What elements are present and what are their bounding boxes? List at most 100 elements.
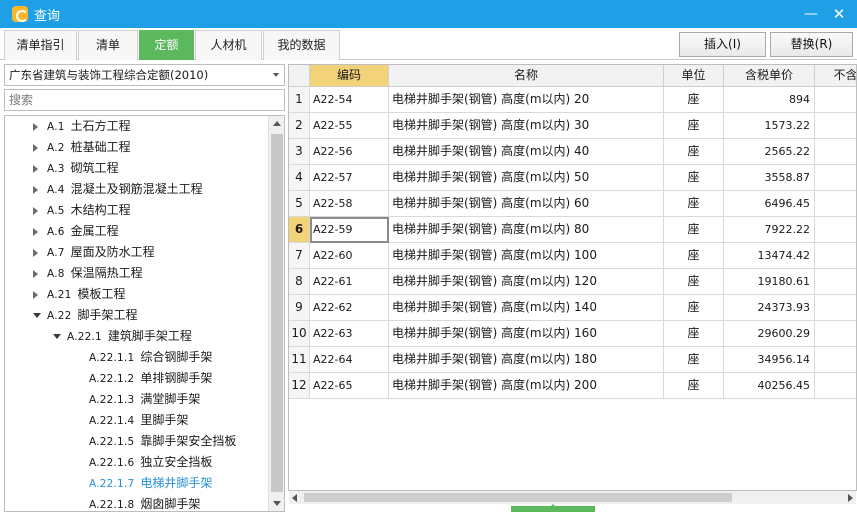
name-cell[interactable]: 电梯井脚手架(钢管) 高度(m以内) 50 — [389, 165, 664, 191]
unit-cell[interactable]: 座 — [664, 139, 724, 165]
scroll-down-icon[interactable] — [269, 495, 284, 511]
pretax-price-cell[interactable] — [815, 87, 856, 113]
tree-item[interactable]: A.22.1.4 里脚手架 — [89, 410, 188, 431]
unit-cell[interactable]: 座 — [664, 165, 724, 191]
tax-price-cell[interactable]: 3558.87 — [724, 165, 815, 191]
collapsed-triangle-icon[interactable] — [33, 228, 38, 236]
name-cell[interactable]: 电梯井脚手架(钢管) 高度(m以内) 20 — [389, 87, 664, 113]
tree-item[interactable]: A.22 脚手架工程 — [33, 305, 138, 326]
tab-bill[interactable]: 清单 — [78, 30, 138, 60]
row-number-cell[interactable]: 4 — [289, 165, 310, 191]
tax-price-cell[interactable]: 29600.29 — [724, 321, 815, 347]
pretax-price-cell[interactable] — [815, 217, 856, 243]
tab-labor-material-machine[interactable]: 人材机 — [195, 30, 262, 60]
code-cell[interactable]: A22-64 — [310, 347, 389, 373]
pretax-price-cell[interactable]: 2 — [815, 295, 856, 321]
name-cell[interactable]: 电梯井脚手架(钢管) 高度(m以内) 60 — [389, 191, 664, 217]
row-number-cell[interactable]: 5 — [289, 191, 310, 217]
tree-item[interactable]: A.22.1 建筑脚手架工程 — [53, 326, 192, 347]
tree-item[interactable]: A.22.1.7 电梯井脚手架 — [89, 473, 212, 494]
row-number-cell[interactable]: 11 — [289, 347, 310, 373]
name-cell[interactable]: 电梯井脚手架(钢管) 高度(m以内) 100 — [389, 243, 664, 269]
table-row[interactable]: 4 A22-57 电梯井脚手架(钢管) 高度(m以内) 50 座 3558.87 — [289, 165, 856, 191]
pretax-price-cell[interactable] — [815, 243, 856, 269]
header-tax-price[interactable]: 含税单价 — [724, 65, 815, 87]
collapsed-triangle-icon[interactable] — [33, 144, 38, 152]
tree-item[interactable]: A.22.1.5 靠脚手架安全挡板 — [89, 431, 236, 452]
row-number-cell[interactable]: 8 — [289, 269, 310, 295]
pretax-price-cell[interactable]: 1 — [815, 269, 856, 295]
pretax-price-cell[interactable]: 3 — [815, 373, 856, 399]
collapsed-triangle-icon[interactable] — [33, 249, 38, 257]
name-cell[interactable]: 电梯井脚手架(钢管) 高度(m以内) 80 — [389, 217, 664, 243]
unit-cell[interactable]: 座 — [664, 87, 724, 113]
unit-cell[interactable]: 座 — [664, 243, 724, 269]
tree-item[interactable]: A.2 桩基础工程 — [33, 137, 131, 158]
tab-bill-guide[interactable]: 清单指引 — [4, 30, 77, 60]
insert-button[interactable]: 插入(I) — [679, 32, 766, 57]
collapsed-triangle-icon[interactable] — [33, 291, 38, 299]
tree-item[interactable]: A.7 屋面及防水工程 — [33, 242, 155, 263]
name-cell[interactable]: 电梯井脚手架(钢管) 高度(m以内) 140 — [389, 295, 664, 321]
header-unit[interactable]: 单位 — [664, 65, 724, 87]
tree-item[interactable]: A.6 金属工程 — [33, 221, 119, 242]
tree-scrollbar[interactable] — [268, 116, 284, 511]
tree-item[interactable]: A.22.1.3 满堂脚手架 — [89, 389, 200, 410]
header-name[interactable]: 名称 — [389, 65, 664, 87]
table-row[interactable]: 7 A22-60 电梯井脚手架(钢管) 高度(m以内) 100 座 13474.42 — [289, 243, 856, 269]
tax-price-cell[interactable]: 1573.22 — [724, 113, 815, 139]
table-row[interactable]: 8A22-61电梯井脚手架(钢管) 高度(m以内) 120座19180.611 — [289, 269, 856, 295]
name-cell[interactable]: 电梯井脚手架(钢管) 高度(m以内) 160 — [389, 321, 664, 347]
code-cell[interactable]: A22-62 — [310, 295, 389, 321]
tax-price-cell[interactable]: 24373.93 — [724, 295, 815, 321]
tree-item[interactable]: A.5 木结构工程 — [33, 200, 131, 221]
row-number-cell[interactable]: 2 — [289, 113, 310, 139]
table-row[interactable]: 3 A22-56 电梯井脚手架(钢管) 高度(m以内) 40 座 2565.22 — [289, 139, 856, 165]
pretax-price-cell[interactable] — [815, 165, 856, 191]
library-select[interactable]: 广东省建筑与装饰工程综合定额(2010) — [4, 64, 285, 86]
tab-my-data[interactable]: 我的数据 — [263, 30, 340, 60]
code-cell[interactable]: A22-58 — [310, 191, 389, 217]
unit-cell[interactable]: 座 — [664, 321, 724, 347]
tree-item[interactable]: A.4 混凝土及钢筋混凝土工程 — [33, 179, 203, 200]
header-code[interactable]: 编码 — [310, 65, 389, 87]
scroll-up-icon[interactable] — [269, 116, 284, 132]
tree-item[interactable]: A.8 保温隔热工程 — [33, 263, 143, 284]
header-pretax-price[interactable]: 不含税 — [815, 65, 856, 87]
scroll-thumb[interactable] — [304, 493, 732, 502]
tree-item[interactable]: A.22.1.2 单排钢脚手架 — [89, 368, 212, 389]
tax-price-cell[interactable]: 6496.45 — [724, 191, 815, 217]
table-row[interactable]: 2 A22-55 电梯井脚手架(钢管) 高度(m以内) 30 座 1573.22 — [289, 113, 856, 139]
tree-item[interactable]: A.1 土石方工程 — [33, 116, 131, 137]
pretax-price-cell[interactable]: 2 — [815, 321, 856, 347]
row-number-cell[interactable]: 9 — [289, 295, 310, 321]
collapsed-triangle-icon[interactable] — [33, 165, 38, 173]
tax-price-cell[interactable]: 19180.61 — [724, 269, 815, 295]
expanded-triangle-icon[interactable] — [53, 334, 61, 339]
pretax-price-cell[interactable] — [815, 139, 856, 165]
code-cell[interactable]: A22-60 — [310, 243, 389, 269]
search-input[interactable] — [4, 89, 285, 111]
tree-item[interactable]: A.21 模板工程 — [33, 284, 126, 305]
row-number-cell[interactable]: 7 — [289, 243, 310, 269]
table-row[interactable]: 6 A22-59 电梯井脚手架(钢管) 高度(m以内) 80 座 7922.22 — [289, 217, 856, 243]
unit-cell[interactable]: 座 — [664, 217, 724, 243]
code-cell[interactable]: A22-57 — [310, 165, 389, 191]
tax-price-cell[interactable]: 40256.45 — [724, 373, 815, 399]
code-cell[interactable]: A22-59 — [310, 217, 389, 243]
unit-cell[interactable]: 座 — [664, 191, 724, 217]
tree-item[interactable]: A.22.1.1 综合钢脚手架 — [89, 347, 212, 368]
replace-button[interactable]: 替换(R) — [770, 32, 853, 57]
scroll-thumb[interactable] — [271, 134, 283, 492]
collapsed-triangle-icon[interactable] — [33, 207, 38, 215]
row-number-cell[interactable]: 3 — [289, 139, 310, 165]
code-cell[interactable]: A22-54 — [310, 87, 389, 113]
tax-price-cell[interactable]: 13474.42 — [724, 243, 815, 269]
table-row[interactable]: 9A22-62电梯井脚手架(钢管) 高度(m以内) 140座24373.932 — [289, 295, 856, 321]
tax-price-cell[interactable]: 34956.14 — [724, 347, 815, 373]
tax-price-cell[interactable]: 894 — [724, 87, 815, 113]
name-cell[interactable]: 电梯井脚手架(钢管) 高度(m以内) 180 — [389, 347, 664, 373]
scroll-left-icon[interactable] — [289, 491, 302, 504]
collapsed-triangle-icon[interactable] — [33, 186, 38, 194]
name-cell[interactable]: 电梯井脚手架(钢管) 高度(m以内) 200 — [389, 373, 664, 399]
